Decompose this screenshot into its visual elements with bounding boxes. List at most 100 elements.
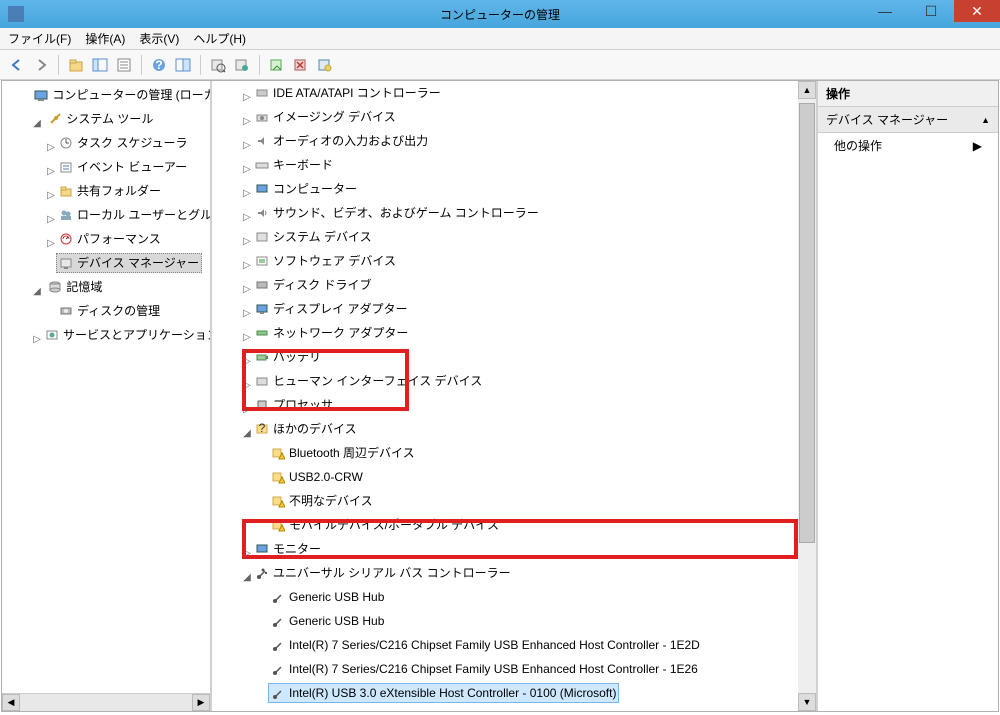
up-button[interactable] bbox=[65, 54, 87, 76]
menu-file[interactable]: ファイル(F) bbox=[8, 30, 71, 47]
dev-software[interactable]: ソフトウェア デバイス bbox=[252, 251, 399, 271]
twisty[interactable]: ▷ bbox=[242, 545, 252, 563]
users-icon bbox=[59, 208, 73, 222]
twisty[interactable]: ▷ bbox=[242, 233, 252, 251]
dev-hid[interactable]: ヒューマン インターフェイス デバイス bbox=[252, 371, 485, 391]
twisty[interactable]: ▷ bbox=[46, 163, 56, 181]
scroll-up[interactable]: ▲ bbox=[798, 81, 816, 99]
dev-other-unknown[interactable]: 不明なデバイス bbox=[268, 491, 376, 511]
tool-button-5[interactable] bbox=[290, 54, 312, 76]
tree-event-viewer[interactable]: イベント ビューアー bbox=[56, 157, 190, 177]
tool-button-3[interactable] bbox=[231, 54, 253, 76]
tree-local-users[interactable]: ローカル ユーザーとグルー... bbox=[56, 205, 210, 225]
tool-button-4[interactable] bbox=[266, 54, 288, 76]
left-pane: ▷ コンピューターの管理 (ローカル) ◢ システム ツール bbox=[2, 81, 212, 711]
tree-performance[interactable]: パフォーマンス bbox=[56, 229, 164, 249]
maximize-button[interactable]: ☐ bbox=[908, 0, 954, 22]
label: パフォーマンス bbox=[77, 230, 161, 248]
tree-services-apps[interactable]: サービスとアプリケーション bbox=[42, 325, 210, 345]
label: システム ツール bbox=[66, 110, 153, 128]
dev-system[interactable]: システム デバイス bbox=[252, 227, 375, 247]
scroll-down[interactable]: ▼ bbox=[798, 693, 816, 711]
twisty[interactable]: ▷ bbox=[242, 113, 252, 131]
dev-usb-intel2[interactable]: Intel(R) 7 Series/C216 Chipset Family US… bbox=[268, 659, 701, 679]
tree-shared-folders[interactable]: 共有フォルダー bbox=[56, 181, 164, 201]
twisty[interactable]: ▷ bbox=[46, 139, 56, 157]
dev-computer[interactable]: コンピューター bbox=[252, 179, 360, 199]
tool-button-6[interactable] bbox=[314, 54, 336, 76]
twisty[interactable]: ▷ bbox=[242, 137, 252, 155]
minimize-button[interactable]: — bbox=[862, 0, 908, 22]
dev-other-usb[interactable]: USB2.0-CRW bbox=[268, 467, 366, 487]
monitor-icon bbox=[255, 542, 269, 556]
dev-display[interactable]: ディスプレイ アダプター bbox=[252, 299, 411, 319]
twisty[interactable]: ▷ bbox=[242, 185, 252, 203]
tools-icon bbox=[48, 112, 62, 126]
twisty[interactable]: ▷ bbox=[242, 257, 252, 275]
scroll-right[interactable]: ▶ bbox=[192, 694, 210, 711]
twisty[interactable]: ▷ bbox=[46, 211, 56, 229]
twisty-system-tools[interactable]: ◢ bbox=[32, 115, 42, 133]
battery-icon bbox=[255, 350, 269, 364]
scroll-thumb[interactable] bbox=[799, 103, 815, 543]
help-button[interactable]: ? bbox=[148, 54, 170, 76]
menu-help[interactable]: ヘルプ(H) bbox=[193, 30, 246, 47]
dev-usb-intel3[interactable]: Intel(R) USB 3.0 eXtensible Host Control… bbox=[268, 683, 619, 703]
twisty-usb[interactable]: ◢ bbox=[242, 569, 252, 587]
twisty[interactable]: ▷ bbox=[242, 281, 252, 299]
dev-keyboard[interactable]: キーボード bbox=[252, 155, 336, 175]
tree-storage[interactable]: 記憶域 bbox=[45, 277, 105, 297]
dev-other-bt[interactable]: Bluetooth 周辺デバイス bbox=[268, 443, 418, 463]
twisty-other[interactable]: ◢ bbox=[242, 425, 252, 443]
label: Generic USB Hub bbox=[289, 612, 384, 630]
menu-view[interactable]: 表示(V) bbox=[139, 30, 179, 47]
tree-system-tools[interactable]: システム ツール bbox=[45, 109, 156, 129]
menu-action[interactable]: 操作(A) bbox=[85, 30, 125, 47]
dev-monitor[interactable]: モニター bbox=[252, 539, 324, 559]
actions-more[interactable]: 他の操作 ▶ bbox=[818, 133, 998, 158]
center-vscrollbar[interactable]: ▲ ▼ bbox=[798, 81, 816, 711]
show-hide-tree-button[interactable] bbox=[89, 54, 111, 76]
twisty[interactable]: ▷ bbox=[242, 329, 252, 347]
dev-usb-ghub1[interactable]: Generic USB Hub bbox=[268, 587, 387, 607]
dev-usb-intel1[interactable]: Intel(R) 7 Series/C216 Chipset Family US… bbox=[268, 635, 703, 655]
dev-battery[interactable]: バッテリ bbox=[252, 347, 324, 367]
dev-disk[interactable]: ディスク ドライブ bbox=[252, 275, 375, 295]
dev-usb-ghub2[interactable]: Generic USB Hub bbox=[268, 611, 387, 631]
dev-sound[interactable]: サウンド、ビデオ、およびゲーム コントローラー bbox=[252, 203, 542, 223]
actions-section[interactable]: デバイス マネージャー ▲ bbox=[818, 107, 998, 133]
dev-imaging[interactable]: イメージング デバイス bbox=[252, 107, 399, 127]
twisty-storage[interactable]: ◢ bbox=[32, 283, 42, 301]
twisty[interactable]: ▷ bbox=[242, 305, 252, 323]
twisty[interactable]: ▷ bbox=[242, 401, 252, 419]
back-button[interactable] bbox=[6, 54, 28, 76]
left-hscrollbar[interactable]: ◀ ▶ bbox=[2, 693, 210, 711]
twisty[interactable]: ▷ bbox=[242, 209, 252, 227]
close-button[interactable]: ✕ bbox=[954, 0, 1000, 22]
tree-device-manager[interactable]: デバイス マネージャー bbox=[56, 253, 202, 273]
dev-usb-composite[interactable]: USB Composite Device bbox=[268, 707, 417, 711]
dev-other[interactable]: ?ほかのデバイス bbox=[252, 419, 360, 439]
scroll-left[interactable]: ◀ bbox=[2, 694, 20, 711]
dev-usb[interactable]: ユニバーサル シリアル バス コントローラー bbox=[252, 563, 514, 583]
twisty[interactable]: ▷ bbox=[46, 235, 56, 253]
properties-button[interactable] bbox=[113, 54, 135, 76]
twisty[interactable]: ▷ bbox=[242, 353, 252, 371]
tree-root[interactable]: コンピューターの管理 (ローカル) bbox=[31, 85, 210, 105]
tree-task-scheduler[interactable]: タスク スケジューラ bbox=[56, 133, 191, 153]
twisty[interactable]: ▷ bbox=[32, 331, 42, 349]
dev-audio[interactable]: オーディオの入力および出力 bbox=[252, 131, 431, 151]
twisty[interactable]: ▷ bbox=[46, 187, 56, 205]
label: ローカル ユーザーとグルー... bbox=[77, 206, 210, 224]
forward-button[interactable] bbox=[30, 54, 52, 76]
tree-disk-mgmt[interactable]: ディスクの管理 bbox=[56, 301, 163, 321]
tool-button-2[interactable] bbox=[207, 54, 229, 76]
twisty[interactable]: ▷ bbox=[242, 377, 252, 395]
dev-processor[interactable]: プロセッサ bbox=[252, 395, 336, 415]
twisty[interactable]: ▷ bbox=[242, 89, 252, 107]
dev-network[interactable]: ネットワーク アダプター bbox=[252, 323, 411, 343]
twisty[interactable]: ▷ bbox=[242, 161, 252, 179]
dev-other-mobile[interactable]: モバイルデバイス/ポータブル デバイス bbox=[268, 515, 502, 535]
dev-ide[interactable]: IDE ATA/ATAPI コントローラー bbox=[252, 83, 444, 103]
tool-button-1[interactable] bbox=[172, 54, 194, 76]
